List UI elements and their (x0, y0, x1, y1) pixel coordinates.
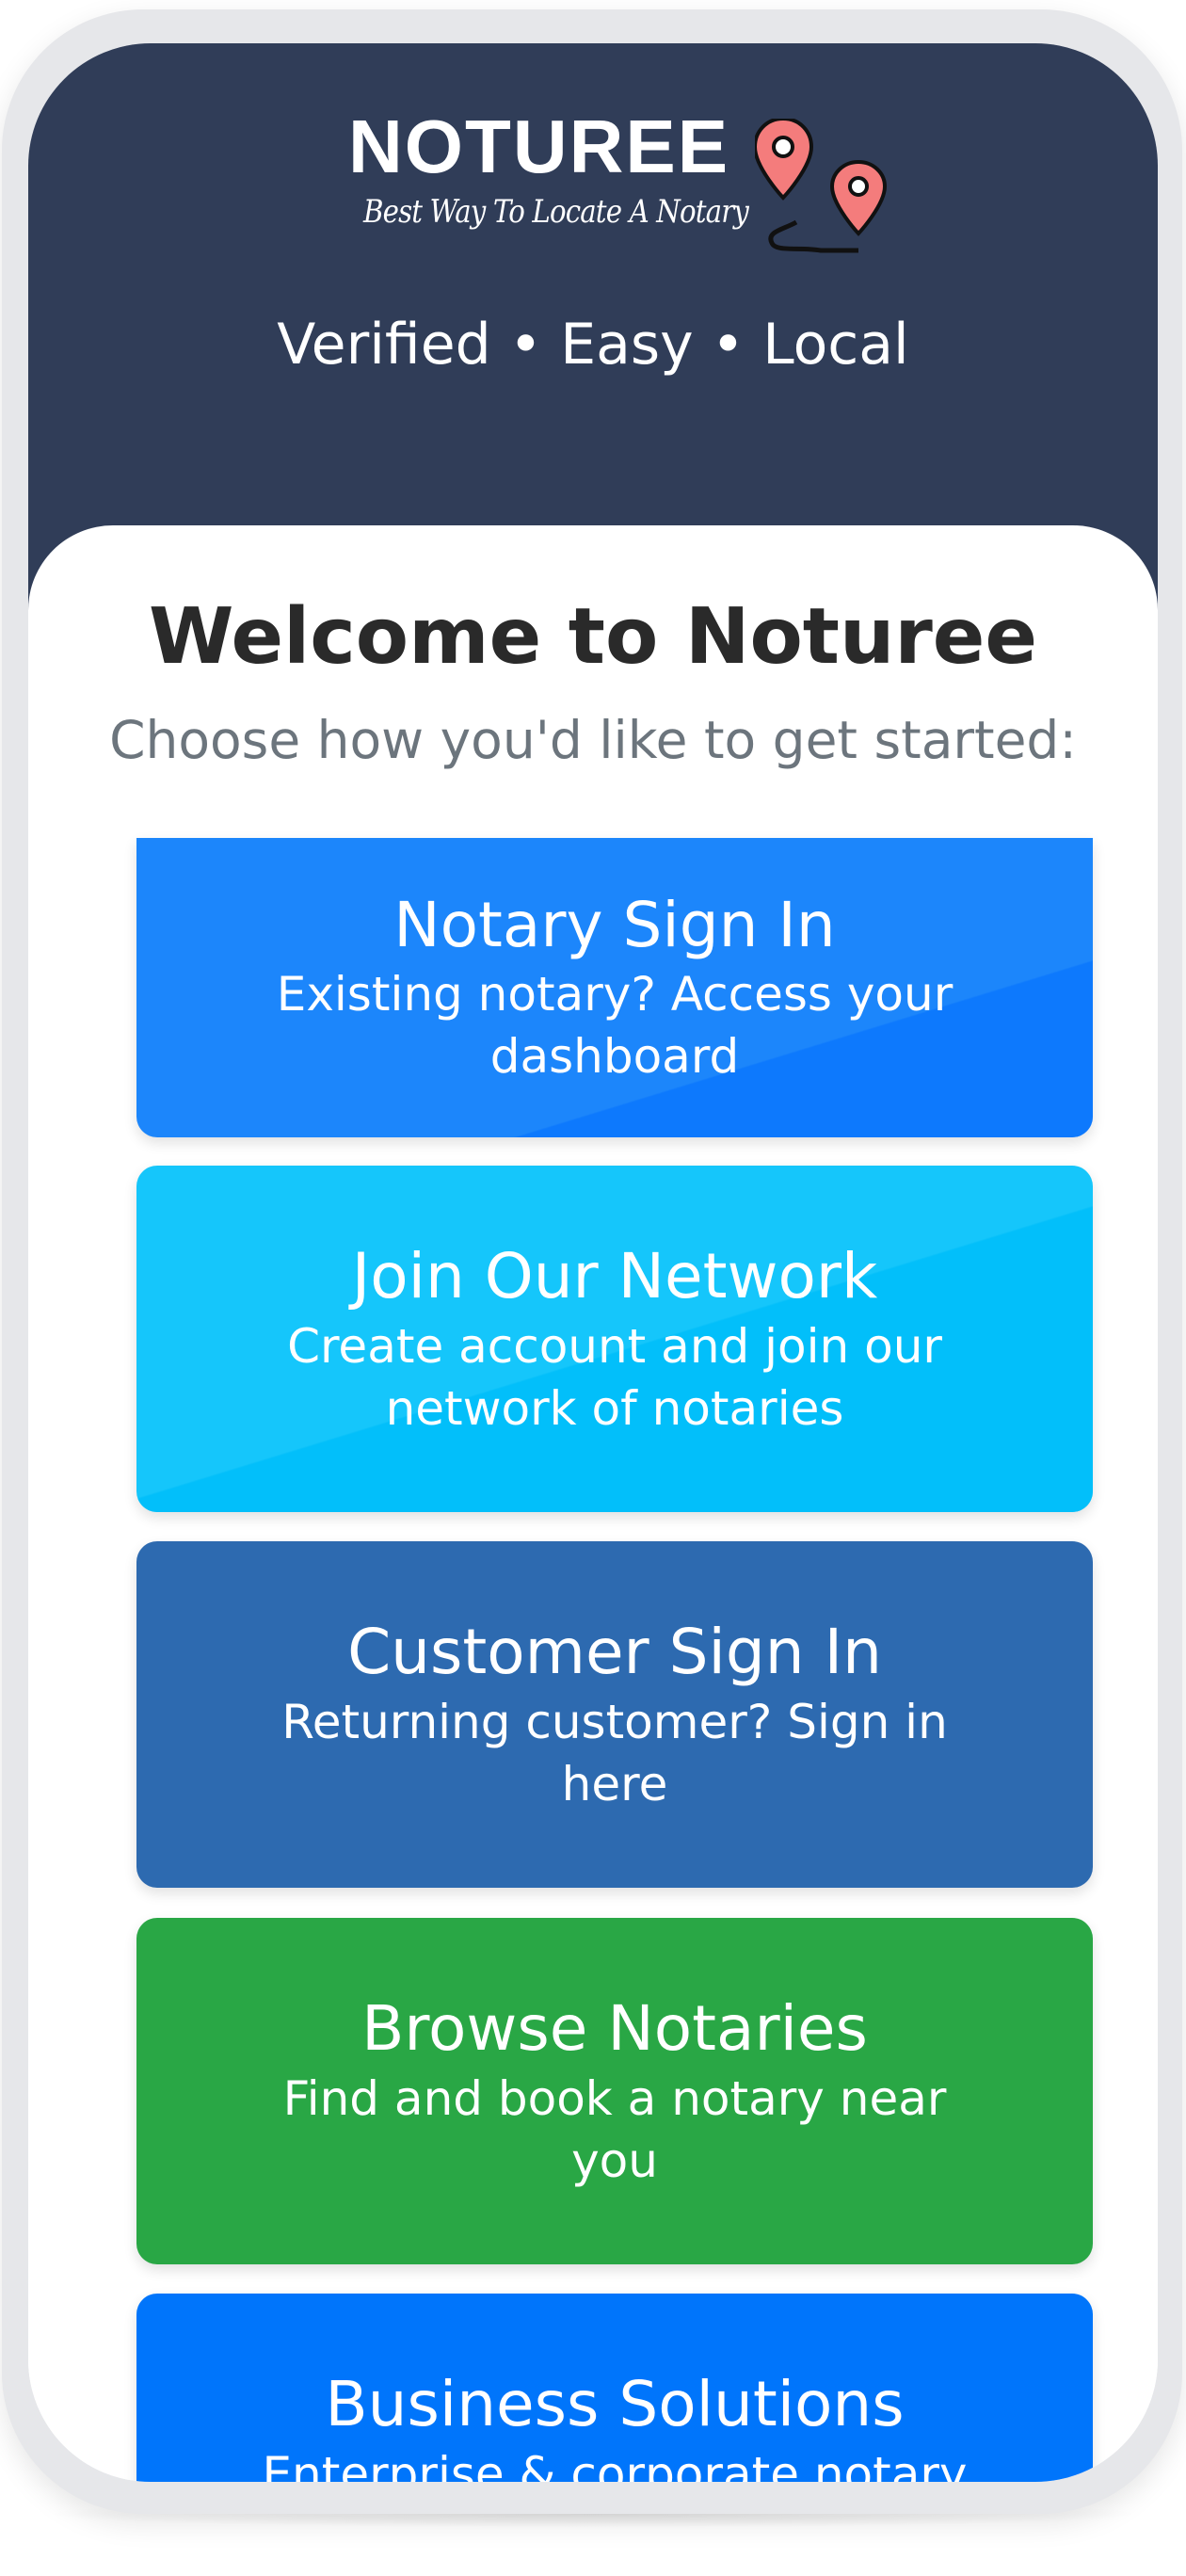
option-title: Join Our Network (351, 1240, 878, 1312)
page-title: Welcome to Noturee (148, 592, 1038, 682)
header-tagline: Verified • Easy • Local (277, 312, 909, 378)
customer-sign-in-button[interactable]: Customer Sign In Returning customer? Sig… (136, 1541, 1093, 1888)
option-title: Notary Sign In (393, 889, 836, 961)
phone-frame: NOTUREE Best Way To Locate A Notary Veri… (2, 9, 1182, 2514)
option-title: Business Solutions (325, 2368, 905, 2440)
option-description: Returning customer? Sign in here (281, 1695, 948, 1811)
map-pins-icon (755, 119, 888, 253)
app-screen: NOTUREE Best Way To Locate A Notary Veri… (28, 43, 1158, 2482)
business-solutions-button[interactable]: Business Solutions Enterprise & corporat… (136, 2294, 1093, 2482)
logo-wordmark: NOTUREE (348, 105, 730, 188)
option-description: Create account and join our network of n… (287, 1319, 942, 1436)
join-network-button[interactable]: Join Our Network Create account and join… (136, 1166, 1093, 1512)
option-description: Find and book a notary near you (282, 2071, 947, 2188)
notary-sign-in-button[interactable]: Notary Sign In Existing notary? Access y… (136, 838, 1093, 1137)
brand-logo: NOTUREE Best Way To Locate A Notary (348, 109, 913, 288)
option-title: Browse Notaries (361, 1992, 868, 2065)
option-description: Enterprise & corporate notary (262, 2447, 968, 2482)
browse-notaries-button[interactable]: Browse Notaries Find and book a notary n… (136, 1918, 1093, 2264)
option-description: Existing notary? Access your dashboard (276, 967, 954, 1084)
option-title: Customer Sign In (347, 1616, 882, 1688)
logo-slogan: Best Way To Locate A Notary (363, 193, 749, 231)
page-subtitle: Choose how you'd like to get started: (109, 710, 1077, 770)
